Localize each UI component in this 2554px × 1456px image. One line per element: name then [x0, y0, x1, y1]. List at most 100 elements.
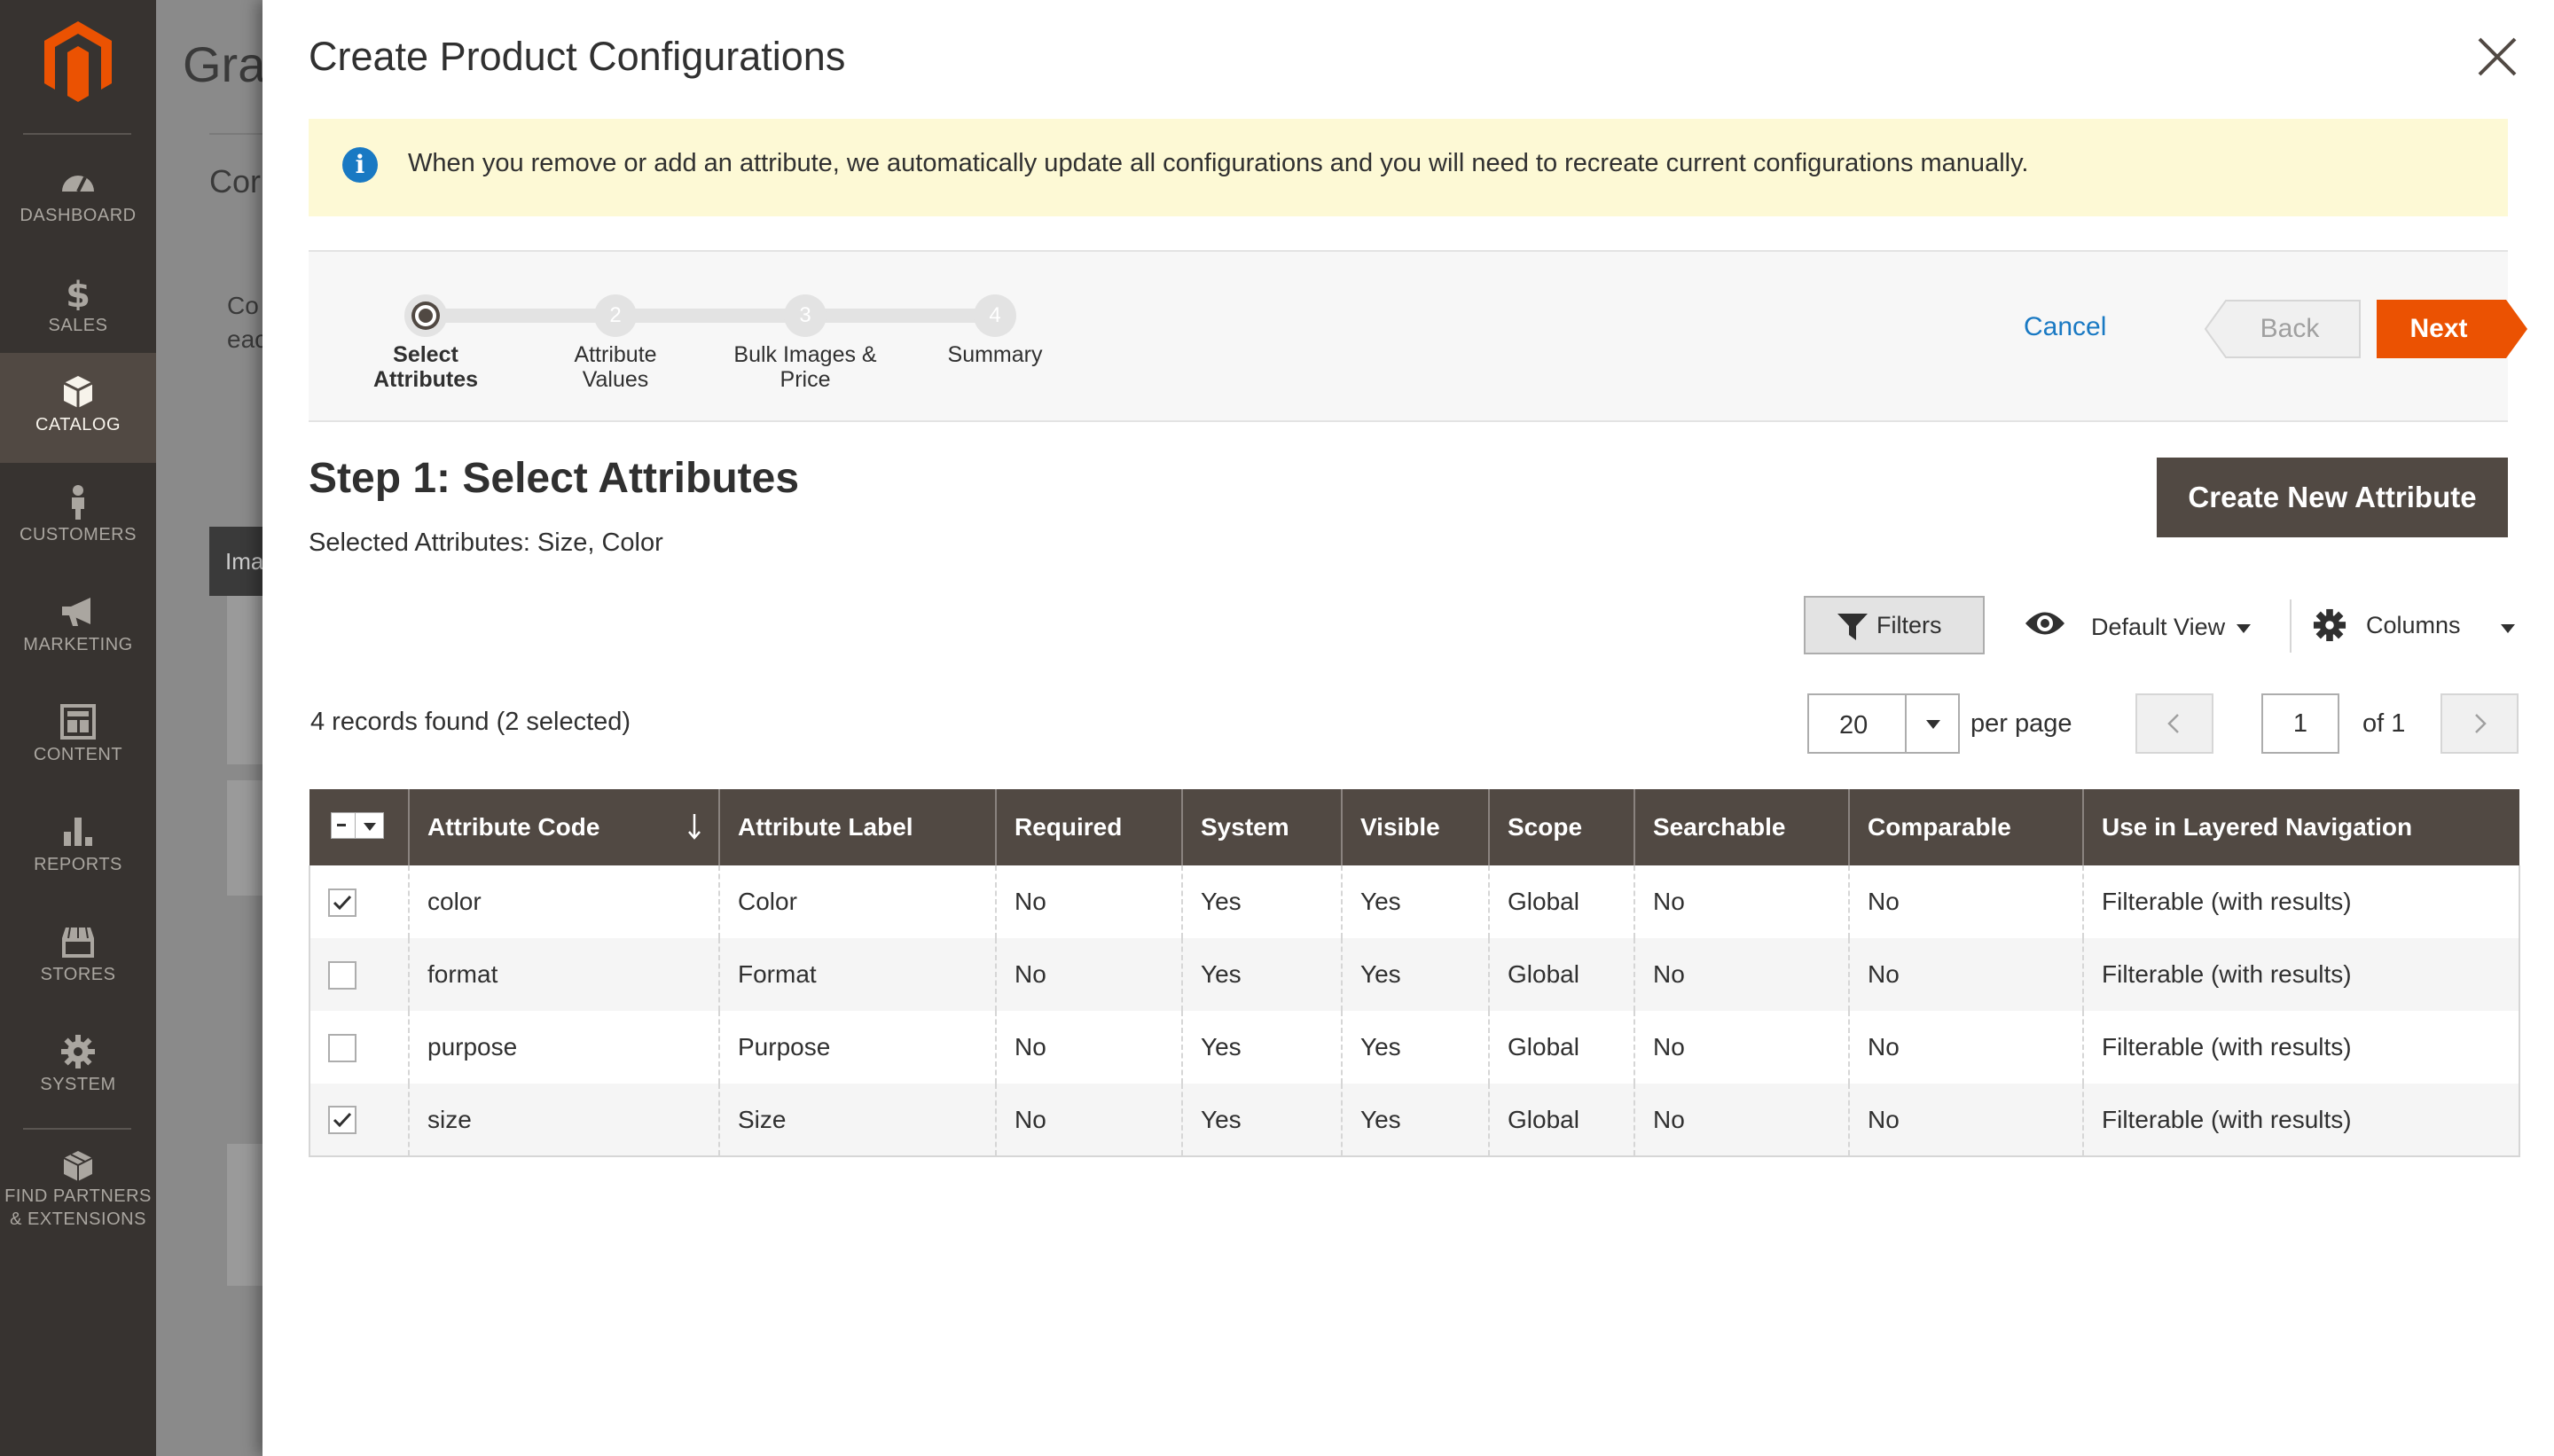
- cancel-button[interactable]: Cancel: [2024, 312, 2106, 342]
- column-header-visible[interactable]: Visible: [1342, 789, 1490, 865]
- per-page-select[interactable]: 20: [1807, 693, 1960, 754]
- grid-header-row: Attribute Code Attribute Label Required …: [309, 789, 2519, 865]
- gear-icon: [2313, 608, 2346, 642]
- next-page-button[interactable]: [2440, 693, 2519, 754]
- chevron-down-icon: [1926, 720, 1940, 729]
- mass-select-dropdown[interactable]: [331, 812, 384, 839]
- step-label-line: Summary: [947, 342, 1043, 367]
- row-checkbox[interactable]: [328, 960, 356, 990]
- column-header-scope[interactable]: Scope: [1489, 789, 1635, 865]
- row-select-cell: [309, 1084, 410, 1157]
- cube-icon: [63, 376, 93, 408]
- step-label-line: Bulk Images &: [733, 342, 877, 367]
- cell-attribute-label: Size: [719, 1084, 997, 1157]
- sidebar-item-reports[interactable]: REPORTS: [0, 793, 156, 903]
- sidebar-item-find-partners[interactable]: FIND PARTNERS & EXTENSIONS: [0, 1135, 156, 1250]
- column-header-system[interactable]: System: [1182, 789, 1343, 865]
- create-configurations-modal: Create Product Configurations i When you…: [262, 0, 2554, 1456]
- wizard-step-dot-4[interactable]: 4: [974, 294, 1016, 337]
- wizard-step-label-summary[interactable]: Summary: [897, 342, 1093, 367]
- cell-comparable: No: [1849, 1084, 2084, 1157]
- row-select-cell: [309, 938, 410, 1011]
- sidebar-item-customers[interactable]: CUSTOMERS: [0, 463, 156, 573]
- sidebar-item-marketing[interactable]: MARKETING: [0, 573, 156, 683]
- minus-icon: [337, 824, 346, 826]
- chevron-down-icon: [2237, 624, 2251, 633]
- row-checkbox-checked[interactable]: [328, 1106, 356, 1135]
- sidebar-item-sales[interactable]: $ SALES: [0, 254, 156, 364]
- step-label-line: Select: [393, 342, 458, 367]
- cell-searchable: No: [1634, 1084, 1850, 1157]
- cell-system: Yes: [1182, 938, 1343, 1011]
- row-checkbox[interactable]: [328, 1033, 356, 1062]
- per-page-toggle[interactable]: [1905, 695, 1958, 752]
- background-table-cell: [227, 1144, 262, 1286]
- next-button[interactable]: Next: [2377, 300, 2527, 358]
- wizard-step-label-select-attributes[interactable]: Select Attributes: [328, 342, 523, 392]
- column-header-searchable[interactable]: Searchable: [1634, 789, 1850, 865]
- per-page-value: 20: [1839, 711, 1868, 740]
- wizard-step-label-attribute-values[interactable]: Attribute Values: [518, 342, 713, 392]
- sort-arrow-down-icon: [688, 814, 701, 840]
- cell-required: No: [996, 938, 1183, 1011]
- modal-title: Create Product Configurations: [309, 34, 846, 79]
- sidebar-label-line: FIND PARTNERS: [4, 1186, 152, 1206]
- filters-button[interactable]: Filters: [1804, 596, 1985, 654]
- sidebar-item-system[interactable]: SYSTEM: [0, 1013, 156, 1123]
- step-label-line: Attributes: [372, 367, 479, 392]
- cell-layered-navigation: Filterable (with results): [2083, 1084, 2520, 1157]
- sidebar-divider: [23, 1128, 131, 1130]
- chevron-right-icon: [2475, 714, 2487, 733]
- background-text-line: Co: [227, 292, 259, 319]
- notice-text: When you remove or add an attribute, we …: [408, 149, 2029, 177]
- column-header-comparable[interactable]: Comparable: [1849, 789, 2084, 865]
- column-header-label: Attribute Code: [427, 813, 600, 841]
- create-new-attribute-button[interactable]: Create New Attribute: [2157, 458, 2508, 537]
- cell-visible: Yes: [1342, 1011, 1490, 1084]
- column-header-required[interactable]: Required: [996, 789, 1183, 865]
- wizard-step-dot-1[interactable]: [404, 294, 447, 337]
- sidebar-label-line: & EXTENSIONS: [10, 1209, 146, 1229]
- cell-comparable: No: [1849, 938, 2084, 1011]
- cell-attribute-code: color: [409, 865, 720, 938]
- sidebar-item-dashboard[interactable]: DASHBOARD: [0, 144, 156, 254]
- wizard-step-dot-3[interactable]: 3: [784, 294, 827, 337]
- table-row[interactable]: format Format No Yes Yes Global No No Fi…: [309, 938, 2520, 1011]
- next-button-label: Next: [2409, 314, 2468, 343]
- previous-page-button[interactable]: [2135, 693, 2213, 754]
- column-header-layered-navigation[interactable]: Use in Layered Navigation: [2083, 789, 2519, 865]
- column-header-attribute-code[interactable]: Attribute Code: [409, 789, 720, 865]
- table-row[interactable]: color Color No Yes Yes Global No No Filt…: [309, 865, 2520, 938]
- row-checkbox-checked[interactable]: [328, 888, 356, 917]
- funnel-icon: [1837, 614, 1868, 640]
- sidebar-label: FIND PARTNERS & EXTENSIONS: [0, 1185, 156, 1231]
- cell-attribute-label: Color: [719, 865, 997, 938]
- sidebar-label: MARKETING: [23, 635, 133, 654]
- wizard-steps-bar: 2 3 4 Select Attributes Attribute Values…: [309, 250, 2527, 422]
- wizard-progress-track: [426, 309, 990, 323]
- gear-icon: [61, 1035, 95, 1069]
- person-icon: [72, 485, 84, 520]
- cell-layered-navigation: Filterable (with results): [2083, 938, 2520, 1011]
- background-section-title: Cor: [209, 163, 262, 200]
- sidebar-item-content[interactable]: CONTENT: [0, 683, 156, 793]
- table-row[interactable]: purpose Purpose No Yes Yes Global No No …: [309, 1011, 2520, 1084]
- close-icon[interactable]: [2472, 32, 2522, 82]
- cell-system: Yes: [1182, 865, 1343, 938]
- cell-layered-navigation: Filterable (with results): [2083, 865, 2520, 938]
- magento-logo-icon[interactable]: [41, 20, 115, 105]
- table-row[interactable]: size Size No Yes Yes Global No No Filter…: [309, 1084, 2520, 1157]
- sidebar-item-stores[interactable]: STORES: [0, 903, 156, 1013]
- sidebar-label: CUSTOMERS: [20, 525, 137, 544]
- back-button[interactable]: Back: [2204, 300, 2361, 358]
- sidebar-item-catalog[interactable]: CATALOG: [0, 353, 156, 463]
- svg-text:$: $: [66, 275, 90, 310]
- wizard-step-dot-2[interactable]: 2: [594, 294, 637, 337]
- column-header-attribute-label[interactable]: Attribute Label: [719, 789, 997, 865]
- background-table-header: Ima: [209, 527, 262, 596]
- current-page-input[interactable]: [2261, 693, 2339, 754]
- cell-comparable: No: [1849, 1011, 2084, 1084]
- chevron-down-icon: [364, 823, 376, 831]
- wizard-step-label-bulk-images[interactable]: Bulk Images & Price: [708, 342, 903, 392]
- per-page-label: per page: [1970, 709, 2072, 738]
